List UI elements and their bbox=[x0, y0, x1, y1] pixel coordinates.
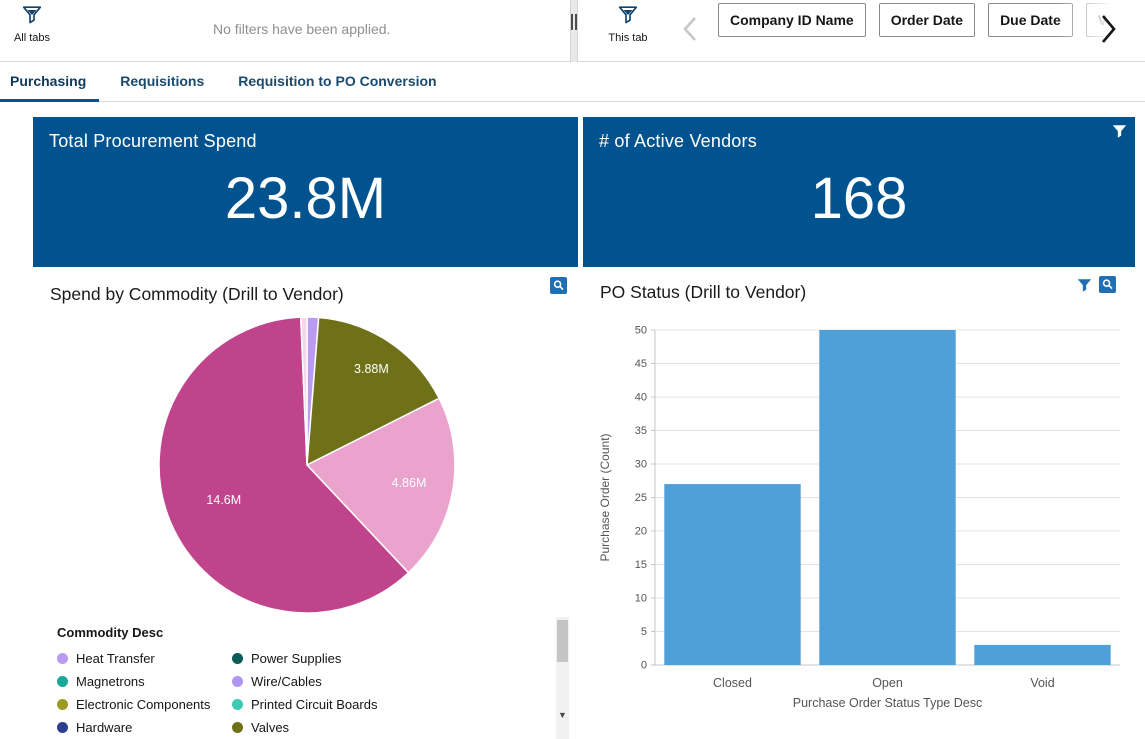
splitter-grip-icon bbox=[571, 14, 577, 30]
x-tick-label: Open bbox=[872, 676, 903, 690]
y-tick-label: 40 bbox=[635, 392, 647, 404]
chevron-left-icon bbox=[683, 31, 697, 46]
legend-label: Electronic Components bbox=[76, 697, 210, 712]
legend-swatch bbox=[57, 699, 68, 710]
legend-item[interactable]: Heat Transfer bbox=[57, 647, 232, 670]
legend-swatch bbox=[232, 699, 243, 710]
legend-swatch bbox=[57, 653, 68, 664]
legend-label: Wire/Cables bbox=[251, 674, 322, 689]
pie-chart-svg: 3.88M 4.86M 14.6M bbox=[33, 310, 578, 620]
kpi-filter-icon[interactable] bbox=[1112, 124, 1127, 144]
filter-bar: All tabs No filters have been applied. T… bbox=[0, 0, 1145, 62]
bar-chart-svg: 0 5 10 15 20 25 30 35 40 45 50 Closed Open Void Purcha… bbox=[583, 310, 1135, 739]
legend-swatch bbox=[232, 653, 243, 664]
scroll-filters-right-button[interactable] bbox=[1099, 13, 1117, 48]
filter-chip-company-id-name[interactable]: Company ID Name bbox=[718, 3, 866, 37]
pie-slice-label: 3.88M bbox=[354, 362, 389, 376]
legend-title: Commodity Desc bbox=[57, 625, 163, 640]
pie-slice-label: 4.86M bbox=[392, 476, 427, 490]
explore-badge-icon[interactable] bbox=[550, 277, 567, 299]
y-tick-label: 30 bbox=[635, 459, 647, 471]
x-tick-label: Void bbox=[1030, 676, 1054, 690]
y-tick-label: 10 bbox=[635, 593, 647, 605]
legend-swatch bbox=[57, 676, 68, 687]
dashboard-page: All tabs No filters have been applied. T… bbox=[0, 0, 1145, 739]
y-axis-title: Purchase Order (Count) bbox=[598, 433, 612, 561]
legend-label: Valves bbox=[251, 720, 289, 735]
no-filters-message: No filters have been applied. bbox=[213, 21, 390, 37]
y-tick-label: 50 bbox=[635, 325, 647, 337]
legend-label: Hardware bbox=[76, 720, 132, 735]
all-tabs-label: All tabs bbox=[6, 32, 58, 44]
legend-swatch bbox=[232, 676, 243, 687]
scroll-filters-left-button[interactable] bbox=[683, 15, 697, 46]
chevron-right-icon bbox=[1099, 33, 1117, 48]
all-tabs-filter-button[interactable]: All tabs bbox=[6, 5, 58, 44]
y-tick-label: 5 bbox=[641, 626, 647, 638]
legend-item[interactable]: Valves bbox=[232, 716, 377, 739]
x-tick-label: Closed bbox=[713, 676, 752, 690]
tab-requisitions[interactable]: Requisitions bbox=[107, 62, 217, 102]
y-tick-label: 0 bbox=[641, 660, 647, 672]
kpi-total-procurement-spend[interactable]: Total Procurement Spend 23.8M bbox=[33, 117, 578, 267]
legend-item[interactable]: Hardware bbox=[57, 716, 232, 739]
legend-label: Magnetrons bbox=[76, 674, 145, 689]
pie-chart-title: Spend by Commodity (Drill to Vendor) bbox=[50, 284, 344, 305]
legend-col-2: Power Supplies Wire/Cables Printed Circuit… bbox=[232, 647, 377, 739]
bar-open[interactable] bbox=[819, 330, 955, 665]
dashboard-tab-bar: Purchasing Requisitions Requisition to P… bbox=[0, 62, 1145, 102]
filter-funnel-icon bbox=[22, 12, 42, 29]
bar-chart-title: PO Status (Drill to Vendor) bbox=[600, 282, 806, 303]
local-filter-icon[interactable] bbox=[1077, 278, 1092, 298]
filter-funnel-icon bbox=[618, 12, 638, 29]
legend-label: Heat Transfer bbox=[76, 651, 155, 666]
this-tab-filter-button[interactable]: This tab bbox=[602, 5, 654, 44]
legend-item[interactable]: Printed Circuit Boards bbox=[232, 693, 377, 716]
kpi-active-vendors[interactable]: # of Active Vendors 168 bbox=[583, 117, 1135, 267]
y-tick-label: 45 bbox=[635, 358, 647, 370]
panel-splitter[interactable] bbox=[570, 0, 578, 62]
legend-label: Printed Circuit Boards bbox=[251, 697, 377, 712]
bar-closed[interactable] bbox=[664, 484, 800, 665]
y-tick-label: 15 bbox=[635, 559, 647, 571]
legend-item[interactable]: Wire/Cables bbox=[232, 670, 377, 693]
legend-scrollbar[interactable]: ▼ bbox=[556, 617, 569, 739]
pie-legend: Heat Transfer Magnetrons Electronic Compon… bbox=[57, 647, 377, 739]
y-tick-label: 35 bbox=[635, 425, 647, 437]
legend-item[interactable]: Magnetrons bbox=[57, 670, 232, 693]
bar-void[interactable] bbox=[974, 645, 1110, 665]
legend-swatch bbox=[57, 722, 68, 733]
legend-item[interactable]: Electronic Components bbox=[57, 693, 232, 716]
y-tick-label: 25 bbox=[635, 492, 647, 504]
legend-label: Power Supplies bbox=[251, 651, 341, 666]
kpi-title: # of Active Vendors bbox=[583, 117, 1135, 152]
kpi-title: Total Procurement Spend bbox=[33, 117, 578, 152]
legend-scroll-down-icon[interactable]: ▼ bbox=[556, 707, 569, 723]
explore-badge-icon[interactable] bbox=[1099, 276, 1116, 298]
legend-col-1: Heat Transfer Magnetrons Electronic Compon… bbox=[57, 647, 232, 739]
tab-purchasing[interactable]: Purchasing bbox=[0, 62, 99, 102]
kpi-value: 168 bbox=[583, 168, 1135, 230]
legend-item[interactable]: Power Supplies bbox=[232, 647, 377, 670]
x-axis-title: Purchase Order Status Type Desc bbox=[793, 696, 982, 710]
tab-requisition-to-po-conversion[interactable]: Requisition to PO Conversion bbox=[225, 62, 449, 102]
this-tab-label: This tab bbox=[602, 32, 654, 44]
legend-scrollbar-thumb[interactable] bbox=[557, 620, 568, 662]
pie-slice-label: 14.6M bbox=[206, 493, 241, 507]
legend-swatch bbox=[232, 722, 243, 733]
y-tick-label: 20 bbox=[635, 526, 647, 538]
filter-chip-order-date[interactable]: Order Date bbox=[879, 3, 975, 37]
kpi-value: 23.8M bbox=[33, 168, 578, 230]
